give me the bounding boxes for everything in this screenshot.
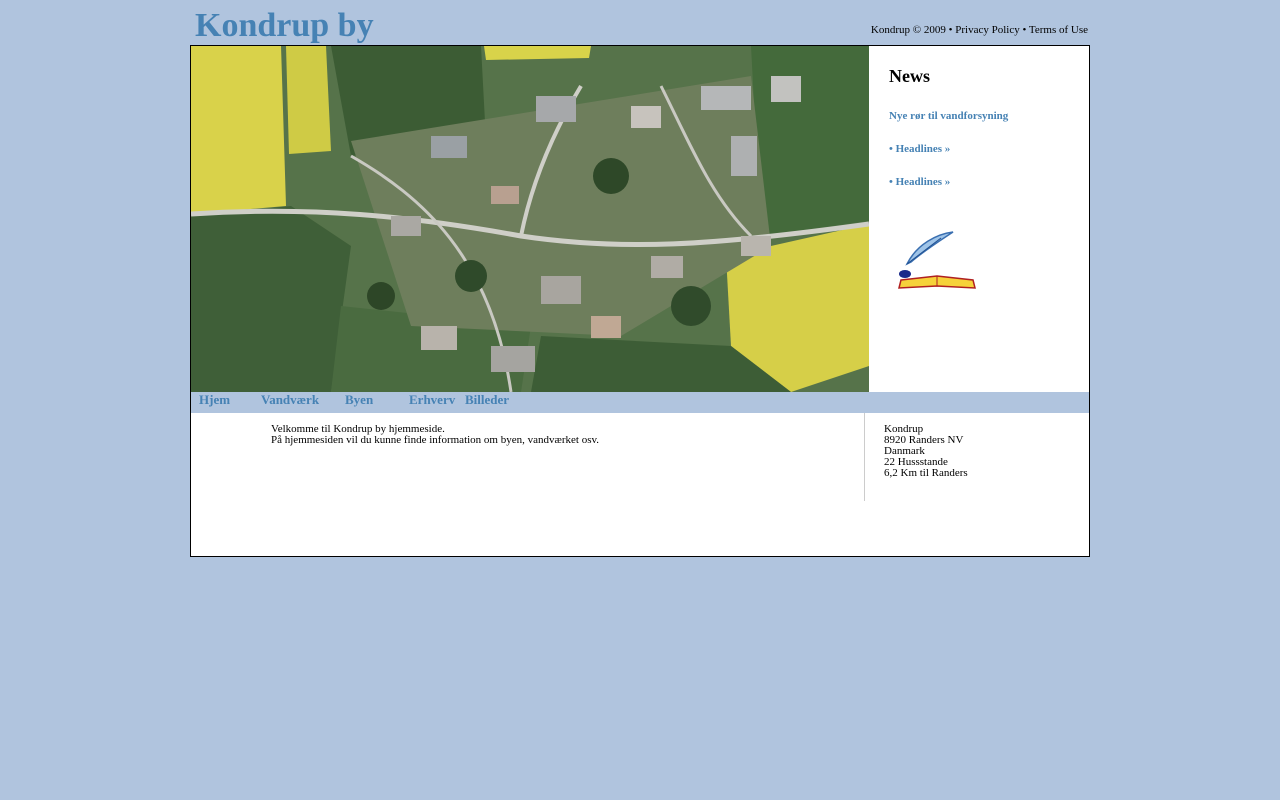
site-title: Kondrup by — [195, 7, 374, 44]
address-line: 6,2 Km til Randers — [884, 467, 968, 479]
news-title: News — [889, 66, 930, 86]
top-links: Kondrup © 2009 • Privacy Policy • Terms … — [871, 24, 1088, 36]
news-item-link[interactable]: • Headlines » — [889, 143, 950, 155]
separator: • — [1022, 24, 1027, 36]
news-item-link[interactable]: Nye rør til vandforsyning — [889, 110, 1008, 122]
nav-item-vandvaerk[interactable]: Vandværk — [261, 392, 319, 407]
news-item-link[interactable]: • Headlines » — [889, 176, 950, 188]
nav-item-billeder[interactable]: Billeder — [465, 392, 509, 407]
separator: • — [948, 24, 953, 36]
welcome-line: På hjemmesiden vil du kunne finde inform… — [271, 434, 600, 446]
terms-of-use-link[interactable]: Terms of Use — [1029, 24, 1088, 36]
news-panel: News Nye rør til vandforsyning • Headlin… — [869, 46, 1089, 392]
copyright-text: Kondrup © 2009 — [870, 24, 946, 36]
welcome-text: Velkomme til Kondrup by hjemmeside. På h… — [271, 424, 599, 446]
privacy-policy-link[interactable]: Privacy Policy — [955, 24, 1019, 36]
main-navigation: Hjem Vandværk Byen Erhverv Billeder — [191, 392, 1089, 413]
nav-item-byen[interactable]: Byen — [345, 392, 373, 407]
column-divider — [864, 413, 865, 501]
aerial-photo — [191, 46, 869, 392]
address-block: Kondrup 8920 Randers NV Danmark 22 Husss… — [884, 424, 968, 479]
aerial-village-image — [191, 46, 869, 392]
quill-and-book-icon — [897, 230, 979, 297]
nav-item-hjem[interactable]: Hjem — [199, 392, 230, 407]
nav-item-erhverv[interactable]: Erhverv — [409, 392, 455, 407]
main-frame: News Nye rør til vandforsyning • Headlin… — [190, 45, 1090, 557]
